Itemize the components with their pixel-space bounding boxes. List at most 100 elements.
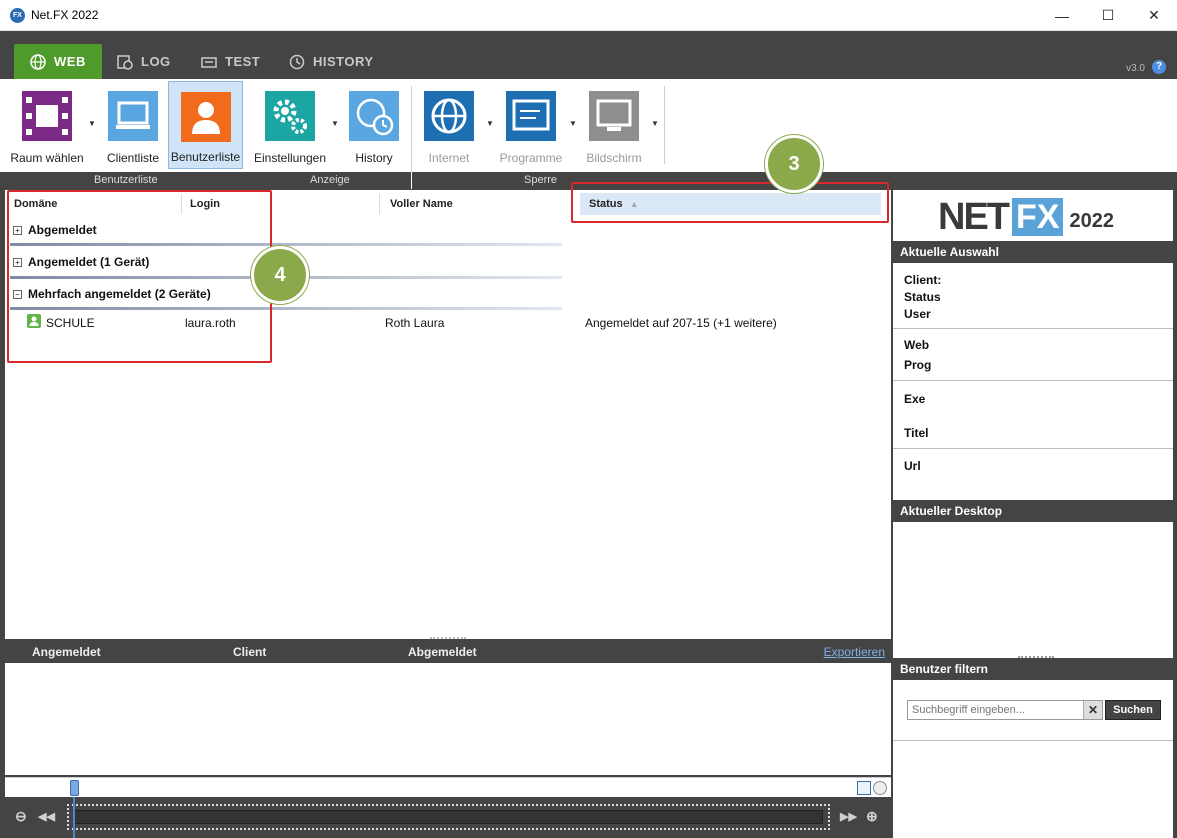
ribbon-separator: [411, 172, 412, 189]
timeline-marker[interactable]: [70, 780, 79, 796]
right-panel: NET FX 2022 Aktuelle Auswahl Client: Sta…: [893, 190, 1173, 838]
tab-log[interactable]: LOG: [117, 44, 171, 79]
tab-test-label: TEST: [225, 54, 261, 69]
history-label: History: [355, 151, 393, 165]
benutzerliste-button[interactable]: Benutzerliste: [168, 81, 243, 169]
raum-waehlen-label: Raum wählen: [10, 151, 84, 165]
test-icon: [201, 54, 217, 70]
history-icon: [289, 54, 305, 70]
column-divider[interactable]: [379, 194, 380, 214]
divider: [893, 448, 1173, 449]
chevron-down-icon[interactable]: ▼: [486, 119, 494, 128]
divider: [893, 328, 1173, 329]
chevron-down-icon[interactable]: ▼: [331, 119, 339, 128]
einstellungen-button[interactable]: Einstellungen: [250, 81, 330, 169]
cell-status: Angemeldet auf 207-15 (+1 weitere): [585, 316, 777, 330]
timeline-cursor: [73, 797, 75, 838]
label-client: Client:: [904, 273, 942, 287]
column-header-angemeldet[interactable]: Angemeldet: [32, 645, 101, 659]
gear-icon: [265, 91, 315, 141]
globe-icon: [30, 53, 46, 70]
close-button[interactable]: ✕: [1131, 0, 1177, 31]
screen-view-icon[interactable]: [857, 781, 871, 795]
logo-year: 2022: [1069, 209, 1114, 232]
chevron-down-icon[interactable]: ▼: [569, 119, 577, 128]
history-button[interactable]: History: [343, 81, 405, 169]
label-status: Status: [904, 290, 941, 304]
divider: [893, 740, 1173, 741]
room-icon: [22, 91, 72, 141]
label-url: Url: [904, 459, 921, 473]
logo-fx: FX: [1012, 198, 1064, 236]
callout-badge-4: 4: [251, 246, 309, 304]
log-panel-body: [5, 663, 891, 775]
label-web: Web: [904, 338, 930, 352]
einstellungen-label: Einstellungen: [253, 151, 327, 165]
rewind-icon[interactable]: ◀◀: [38, 810, 55, 823]
tab-web-label: WEB: [54, 54, 86, 69]
timeline-track[interactable]: [67, 804, 830, 830]
label-user: User: [904, 307, 931, 321]
log-panel-header: Angemeldet Client Abgemeldet Exportieren: [5, 640, 891, 663]
label-exe: Exe: [904, 392, 926, 406]
main-tab-bar: WEB LOG TEST HISTORY v3.0 ?: [0, 31, 1177, 79]
search-field[interactable]: ✕: [907, 700, 1103, 720]
export-link[interactable]: Exportieren: [824, 645, 885, 659]
clear-search-button[interactable]: ✕: [1083, 701, 1102, 719]
screen-icon: [589, 91, 639, 141]
column-header-client[interactable]: Client: [233, 645, 266, 659]
internet-button[interactable]: Internet: [420, 81, 478, 169]
tab-history[interactable]: HISTORY: [289, 44, 374, 79]
history-globe-icon: [349, 91, 399, 141]
tab-test[interactable]: TEST: [201, 44, 260, 79]
tab-history-label: HISTORY: [313, 54, 374, 69]
web-view-icon[interactable]: [873, 781, 887, 795]
minimize-button[interactable]: —: [1039, 0, 1085, 31]
divider: [893, 380, 1173, 381]
chevron-down-icon[interactable]: ▼: [651, 119, 659, 128]
ribbon-separator: [664, 86, 665, 164]
monitor-icon: [108, 91, 158, 141]
maximize-button[interactable]: ☐: [1085, 0, 1131, 31]
raum-waehlen-button[interactable]: Raum wählen: [6, 81, 88, 169]
clientliste-label: Clientliste: [106, 151, 160, 165]
logo-net: NET: [938, 195, 1010, 238]
programs-icon: [506, 91, 556, 141]
search-button[interactable]: Suchen: [1105, 700, 1161, 720]
section-header-filter: Benutzer filtern: [893, 658, 1173, 680]
internet-globe-icon: [424, 91, 474, 141]
callout-box-status: [571, 182, 889, 223]
tab-web[interactable]: WEB: [14, 44, 102, 79]
cell-full-name: Roth Laura: [385, 316, 445, 330]
version-label: v3.0: [1126, 63, 1145, 74]
callout-box-groups: [7, 190, 272, 363]
bildschirm-label: Bildschirm: [586, 151, 642, 165]
clientliste-button[interactable]: Clientliste: [100, 81, 166, 169]
bildschirm-button[interactable]: Bildschirm: [582, 81, 646, 169]
section-header-desktop: Aktueller Desktop: [893, 500, 1173, 522]
window-title: Net.FX 2022: [31, 8, 99, 22]
search-input[interactable]: [908, 701, 1080, 719]
zoom-in-icon[interactable]: ⊕: [866, 808, 878, 825]
timeline-bar: ⊖ ◀◀ ▶▶ ⊕: [0, 797, 892, 838]
column-header-abgemeldet[interactable]: Abgemeldet: [408, 645, 477, 659]
tab-log-label: LOG: [141, 54, 171, 69]
timeline-ruler: [5, 777, 891, 797]
group-label-anzeige: Anzeige: [310, 174, 350, 186]
zoom-out-icon[interactable]: ⊖: [15, 808, 27, 825]
log-icon: [117, 54, 133, 70]
programme-button[interactable]: Programme: [497, 81, 565, 169]
help-icon[interactable]: ?: [1152, 60, 1166, 74]
netfx-logo: NET FX 2022: [938, 195, 1114, 238]
programme-label: Programme: [499, 151, 563, 165]
chevron-down-icon[interactable]: ▼: [88, 119, 96, 128]
forward-icon[interactable]: ▶▶: [840, 810, 857, 823]
group-label-benutzerliste: Benutzerliste: [94, 174, 158, 186]
user-icon: [180, 92, 231, 142]
callout-badge-3: 3: [765, 135, 823, 193]
timeline-track-fill: [74, 810, 823, 824]
splitter-handle[interactable]: [430, 637, 466, 639]
group-label-sperre: Sperre: [524, 174, 558, 186]
column-header-full-name[interactable]: Voller Name: [385, 190, 575, 218]
internet-label: Internet: [428, 151, 470, 165]
